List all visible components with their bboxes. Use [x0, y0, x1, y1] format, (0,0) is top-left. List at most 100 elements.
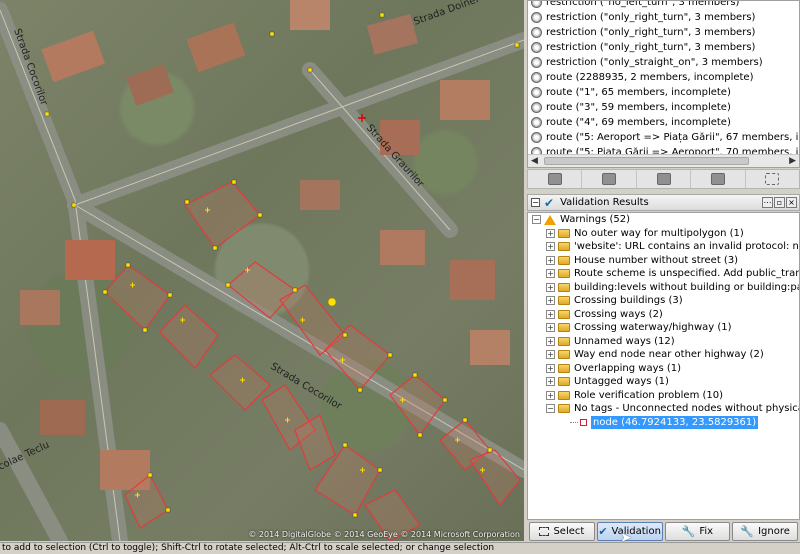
tree-group[interactable]: + House number without street (3): [528, 254, 799, 268]
expand-icon[interactable]: +: [546, 350, 555, 360]
street-label-doinei: Strada Doinei: [412, 0, 480, 28]
folder-icon: [558, 323, 570, 333]
relation-edit-button[interactable]: [582, 170, 637, 188]
folder-icon: [558, 255, 570, 265]
relation-icon: [531, 132, 542, 143]
relation-select-members-button[interactable]: [746, 170, 799, 188]
expand-icon[interactable]: +: [546, 269, 555, 279]
tree-group-label: Crossing waterway/highway (1): [574, 322, 732, 333]
collapse-icon[interactable]: −: [546, 404, 555, 414]
map-canvas[interactable]: Strada Doinei Strada Cocorilor Strada Gr…: [0, 0, 524, 541]
relation-label: restriction ("no_left_turn", 3 members): [546, 0, 740, 8]
properties-icon: [547, 173, 562, 185]
collapse-icon[interactable]: −: [532, 215, 541, 225]
relation-row[interactable]: route ("3", 59 members, incomplete): [528, 100, 799, 115]
folder-icon: [558, 404, 570, 414]
expand-icon[interactable]: +: [546, 282, 555, 292]
folder-icon: [558, 269, 570, 279]
select-button[interactable]: Select: [529, 522, 595, 541]
relations-toolbar: [527, 169, 800, 189]
tree-group[interactable]: + building:levels without building or bui…: [528, 281, 799, 295]
relation-icon: [531, 1, 542, 8]
relation-label: route (2288935, 2 members, incomplete): [546, 72, 754, 83]
tree-group-label: No outer way for multipolygon (1): [574, 227, 744, 239]
status-bar: to add to selection (Ctrl to toggle); Sh…: [0, 542, 800, 554]
expand-icon[interactable]: +: [546, 377, 555, 387]
validation-tree[interactable]: − Warnings (52) + No outer way for multip…: [527, 212, 800, 520]
relation-row[interactable]: route (2288935, 2 members, incomplete): [528, 70, 799, 85]
tree-group[interactable]: + Overlapping ways (1): [528, 362, 799, 376]
relation-duplicate-button[interactable]: [637, 170, 692, 188]
tree-group-label: building:levels without building or buil…: [574, 281, 799, 293]
expand-icon[interactable]: +: [546, 296, 555, 306]
scrollbar-thumb[interactable]: [544, 157, 749, 165]
fix-button-label: Fix: [699, 526, 714, 537]
tree-group[interactable]: + Crossing ways (2): [528, 308, 799, 322]
folder-icon: [558, 296, 570, 306]
relations-list[interactable]: restriction ("no_left_turn", 3 members) …: [527, 0, 800, 168]
status-text: to add to selection (Ctrl to toggle); Sh…: [2, 543, 495, 553]
relation-row[interactable]: restriction ("only_right_turn", 3 member…: [528, 25, 799, 40]
relation-row[interactable]: route ("5: Aeroport => Piața Gării", 67 …: [528, 130, 799, 145]
fix-button[interactable]: 🔧 Fix: [664, 522, 731, 541]
folder-icon: [558, 228, 570, 238]
relation-label: route ("5: Aeroport => Piața Gării", 67 …: [546, 132, 799, 143]
relation-row[interactable]: restriction ("only_right_turn", 3 member…: [528, 40, 799, 55]
panel-close-icon[interactable]: ×: [786, 197, 797, 208]
expand-icon[interactable]: +: [546, 309, 555, 319]
relation-row[interactable]: restriction ("only_straight_on", 3 membe…: [528, 55, 799, 70]
expand-icon[interactable]: +: [546, 255, 555, 265]
selected-node-marker[interactable]: [327, 297, 337, 307]
relation-properties-button[interactable]: [528, 170, 583, 188]
panel-detach-icon[interactable]: ▫: [774, 197, 785, 208]
horizontal-scrollbar[interactable]: ◀ ▶: [528, 154, 799, 167]
tree-group-label: Crossing buildings (3): [574, 295, 683, 306]
tree-group[interactable]: + Route scheme is unspecified. Add public…: [528, 267, 799, 281]
tree-group[interactable]: + 'website': URL contains an invalid prot…: [528, 240, 799, 254]
tree-group[interactable]: − No tags - Unconnected nodes without phy…: [528, 402, 799, 416]
tree-group[interactable]: + Role verification problem (10): [528, 389, 799, 403]
tree-group-label: Unnamed ways (12): [574, 335, 675, 347]
wrench-icon: 🔧: [681, 525, 696, 538]
expand-icon[interactable]: +: [546, 323, 555, 333]
relation-row[interactable]: restriction ("no_left_turn", 3 members): [528, 0, 799, 10]
expand-icon[interactable]: +: [546, 336, 555, 346]
relation-row[interactable]: route ("4", 69 members, incomplete): [528, 115, 799, 130]
scroll-right-icon[interactable]: ▶: [789, 155, 796, 167]
relation-row[interactable]: restriction ("only_right_turn", 3 member…: [528, 10, 799, 25]
relation-download-button[interactable]: [691, 170, 746, 188]
expand-icon[interactable]: +: [546, 228, 555, 238]
ignore-button[interactable]: 🔧 Ignore: [732, 522, 798, 541]
tree-group[interactable]: + Untagged ways (1): [528, 375, 799, 389]
map-view[interactable]: Strada Doinei Strada Cocorilor Strada Gr…: [0, 0, 524, 541]
select-icon: [539, 527, 550, 536]
panel-settings-icon[interactable]: ⋯: [762, 197, 773, 208]
relation-row[interactable]: route ("1", 65 members, incomplete): [528, 85, 799, 100]
relation-label: restriction ("only_straight_on", 3 membe…: [546, 57, 763, 68]
collapse-icon[interactable]: −: [531, 198, 540, 207]
expand-icon[interactable]: +: [546, 242, 555, 252]
tree-group-label: House number without street (3): [574, 254, 739, 266]
selected-node-label[interactable]: node (46.7924133, 23.5829361): [591, 415, 759, 429]
expand-icon[interactable]: +: [546, 390, 555, 400]
ignore-button-label: Ignore: [758, 526, 790, 537]
tree-warnings-root[interactable]: − Warnings (52): [528, 213, 799, 227]
database-icon: [710, 173, 725, 185]
tree-group[interactable]: + Crossing waterway/highway (1): [528, 321, 799, 335]
tree-group[interactable]: + Crossing buildings (3): [528, 294, 799, 308]
folder-icon: [558, 242, 570, 252]
relation-icon: [531, 87, 542, 98]
relation-label: restriction ("only_right_turn", 3 member…: [546, 42, 756, 53]
tree-group[interactable]: + No outer way for multipolygon (1): [528, 227, 799, 241]
map-attribution: © 2014 DigitalGlobe © 2014 GeoEye © 2014…: [248, 530, 520, 539]
expand-icon[interactable]: +: [546, 363, 555, 373]
building-outlines[interactable]: [104, 181, 521, 541]
folder-icon: [558, 336, 570, 346]
relation-icon: [531, 57, 542, 68]
relation-icon: [531, 27, 542, 38]
tree-node-item[interactable]: node (46.7924133, 23.5829361): [528, 415, 799, 429]
tree-group[interactable]: + Way end node near other highway (2): [528, 348, 799, 362]
tree-group[interactable]: + Unnamed ways (12): [528, 335, 799, 349]
scroll-left-icon[interactable]: ◀: [531, 155, 538, 167]
tree-connector: [570, 421, 578, 423]
